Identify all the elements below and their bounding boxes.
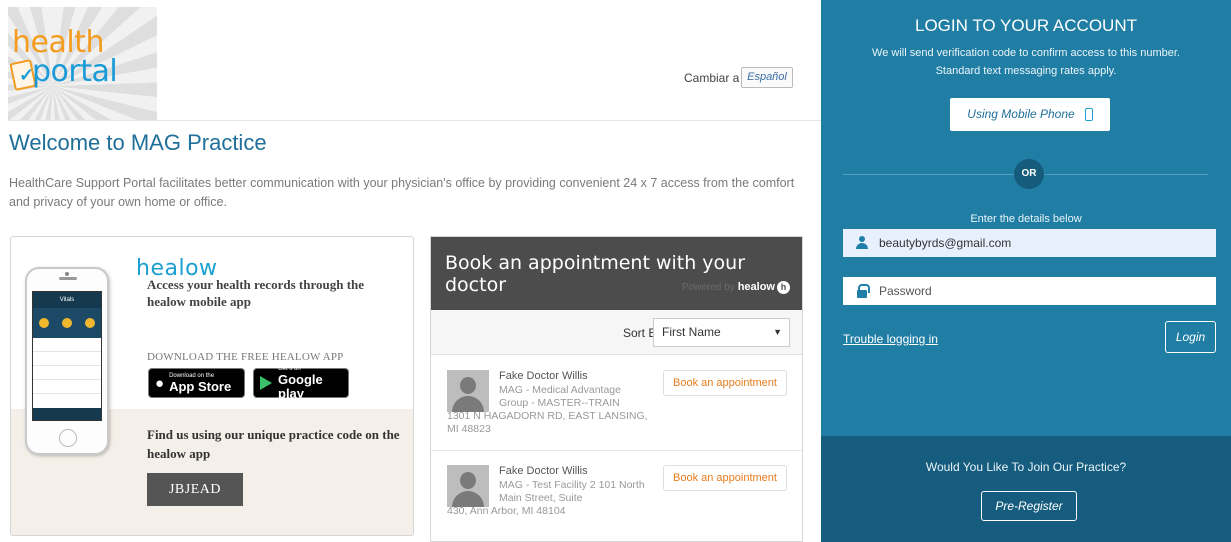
apple-icon: ●: [155, 374, 165, 392]
healow-tagline: Access your health records through the h…: [147, 277, 365, 309]
email-field[interactable]: beautybyrds@gmail.com: [843, 229, 1216, 257]
language-button[interactable]: Español: [741, 67, 793, 88]
avatar-head: [460, 472, 476, 489]
lock-icon: [855, 284, 870, 298]
trouble-logging-in-link[interactable]: Trouble logging in: [843, 332, 938, 346]
login-subtitle-line1: We will send verification code to confir…: [872, 47, 1180, 59]
join-section: [821, 436, 1231, 542]
phone-row: [33, 352, 101, 366]
doctor-list-item: Fake Doctor Willis MAG - Test Facility 2…: [431, 451, 802, 541]
phone-row: [33, 366, 101, 380]
doctor-address: 1301 N HAGADORN RD, EAST LANSING, MI 488…: [447, 410, 648, 435]
google-play-button[interactable]: Get it on Google play: [253, 366, 349, 401]
appointment-card: Book an appointment with your doctor Pow…: [430, 236, 803, 542]
enter-details-label: Enter the details below: [970, 213, 1082, 225]
phone-row: [33, 380, 101, 394]
language-label: Cambiar a: [684, 71, 740, 85]
google-play-text: Get it on Google play: [278, 366, 342, 401]
login-title: LOGIN TO YOUR ACCOUNT: [915, 16, 1137, 35]
join-practice-label: Would You Like To Join Our Practice?: [925, 460, 1127, 474]
find-us-text: Find us using our unique practice code o…: [147, 427, 400, 461]
header-divider: [8, 120, 821, 121]
intro-text: HealthCare Support Portal facilitates be…: [9, 176, 795, 209]
app-store-big: App Store: [169, 378, 232, 394]
doctor-avatar: [447, 370, 489, 412]
phone-camera: [65, 272, 69, 276]
appointment-header: Book an appointment with your doctor Pow…: [431, 237, 802, 310]
login-panel: LOGIN TO YOUR ACCOUNT We will send verif…: [821, 0, 1231, 542]
vital-icon: [39, 318, 50, 328]
book-appointment-button[interactable]: Book an appointment: [663, 465, 787, 491]
mobile-phone-icon: [1084, 108, 1093, 122]
pre-register-button[interactable]: Pre-Register: [981, 491, 1077, 521]
healthportal-logo[interactable]: health ✓ portal: [8, 7, 157, 120]
doctor-name: Fake Doctor Willis: [499, 370, 588, 382]
app-store-text: Download on the App Store: [169, 373, 231, 394]
password-field[interactable]: Password: [843, 277, 1216, 305]
doctor-address: 430, Ann Arbor, MI 48104: [447, 505, 566, 517]
email-value: beautybyrds@gmail.com: [879, 236, 1012, 250]
phone-row: [33, 338, 101, 352]
password-placeholder: Password: [879, 284, 932, 298]
download-label: DOWNLOAD THE FREE HEALOW APP: [147, 351, 344, 363]
login-subtitle-line2: Standard text messaging rates apply.: [935, 65, 1117, 77]
vital-icon: [61, 318, 72, 328]
google-play-big: Google play: [278, 371, 323, 401]
sort-bar: Sort By: First Name ▼: [431, 310, 802, 355]
phone-tab-bar: [33, 408, 101, 420]
logo-text-portal: portal: [32, 54, 118, 89]
vital-icon: [84, 318, 95, 328]
sort-select[interactable]: First Name ▼: [653, 318, 790, 347]
practice-code: JBJEAD: [147, 473, 243, 506]
login-subtitle: We will send verification code to confir…: [821, 44, 1231, 80]
phone-screen-title: Vitals: [33, 292, 101, 308]
avatar-head: [460, 377, 476, 394]
doctor-name: Fake Doctor Willis: [499, 465, 588, 477]
or-badge: OR: [1014, 159, 1044, 189]
powered-prefix: Powered by: [681, 282, 735, 294]
powered-brand: healow: [737, 281, 775, 294]
google-play-icon: [260, 376, 272, 390]
doctor-organization: MAG - Medical Advantage Group - MASTER--…: [499, 384, 621, 409]
sort-value: First Name: [662, 325, 721, 339]
login-button[interactable]: Login: [1165, 321, 1216, 353]
book-appointment-button[interactable]: Book an appointment: [663, 370, 787, 396]
page: health ✓ portal Cambiar a Español Welcom…: [0, 0, 1231, 542]
mobile-phone-button[interactable]: Using Mobile Phone: [950, 98, 1110, 131]
dropdown-arrow-icon: ▼: [773, 327, 782, 337]
user-icon: [855, 236, 869, 250]
doctor-organization: MAG - Test Facility 2 101 North Main Str…: [499, 479, 645, 504]
phone-vitals-icons: [33, 308, 101, 338]
doctor-list-item: Fake Doctor Willis MAG - Medical Advanta…: [431, 356, 802, 451]
phone-screen: Vitals: [32, 291, 102, 421]
healow-logo-icon: h: [777, 281, 790, 294]
page-title: Welcome to MAG Practice: [9, 130, 267, 155]
phone-image: Vitals: [25, 267, 109, 455]
doctor-avatar: [447, 465, 489, 507]
mobile-phone-label: Using Mobile Phone: [967, 107, 1075, 121]
phone-home-button: [59, 429, 77, 447]
powered-by: Powered by healow h: [682, 281, 790, 294]
app-store-button[interactable]: ● Download on the App Store: [148, 368, 245, 398]
phone-speaker: [59, 277, 77, 280]
